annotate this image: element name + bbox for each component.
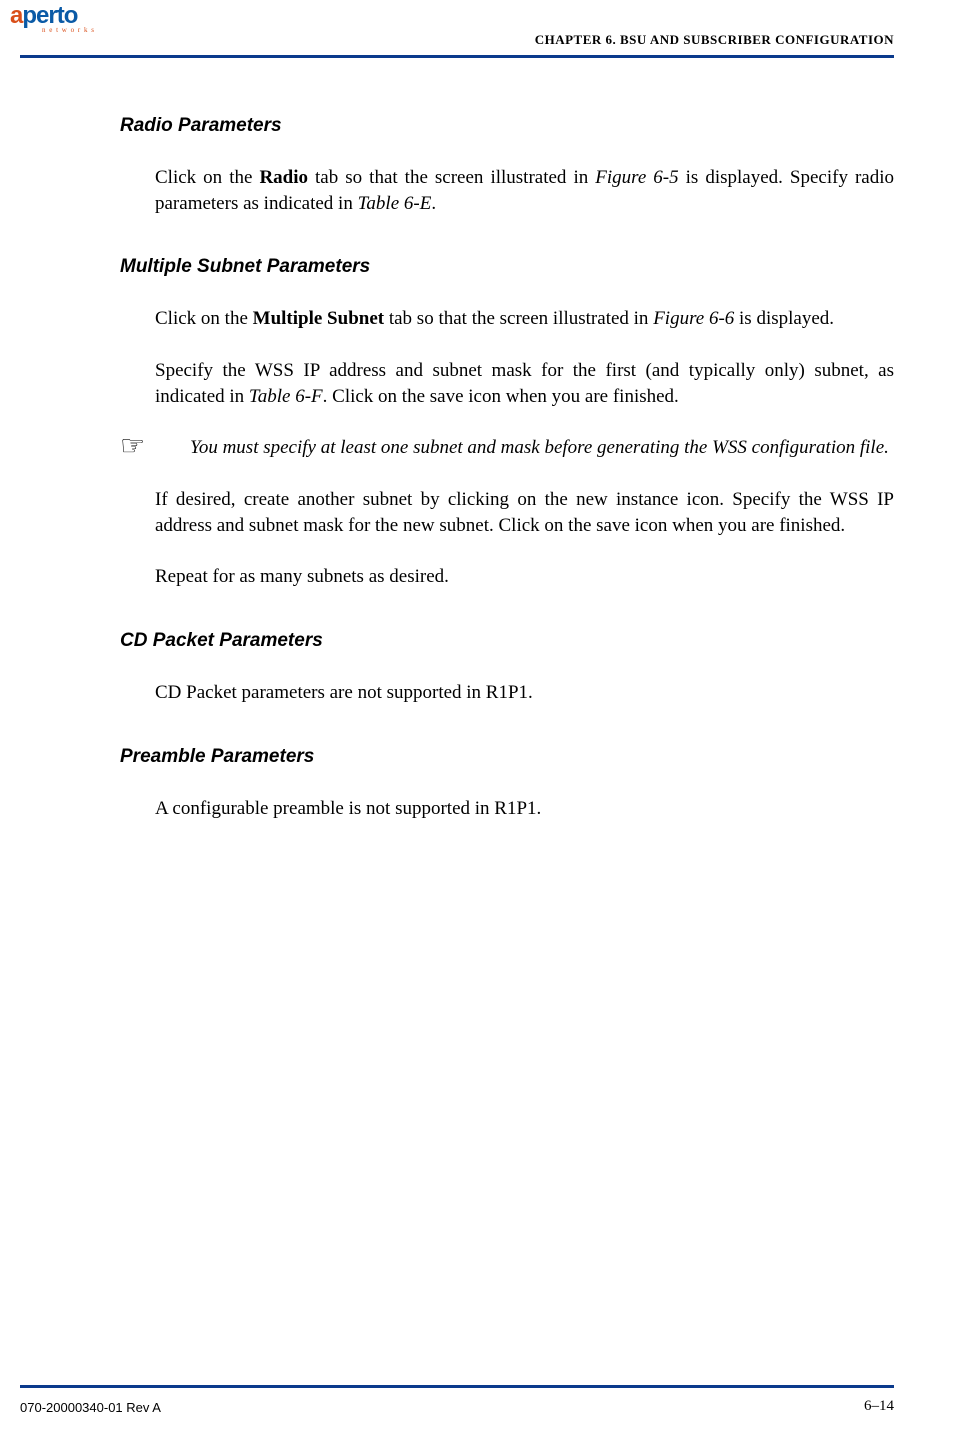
heading-cd-packet: CD Packet Parameters xyxy=(120,630,894,652)
multi-para-3: If desired, create another subnet by cli… xyxy=(155,487,894,538)
section-preamble: Preamble Parameters A configurable pream… xyxy=(120,746,894,822)
multi-para-2: Specify the WSS IP address and subnet ma… xyxy=(155,358,894,409)
footer-page-number: 6–14 xyxy=(864,1398,894,1415)
note-text: You must specify at least one subnet and… xyxy=(190,435,889,461)
logo-accent: a xyxy=(10,2,22,29)
heading-radio: Radio Parameters xyxy=(120,115,894,137)
page-header: aperto n e t w o r k s CHAPTER 6. BSU AN… xyxy=(0,0,954,60)
logo-subtitle: n e t w o r k s xyxy=(42,26,95,34)
section-radio: Radio Parameters Click on the Radio tab … xyxy=(120,115,894,216)
heading-multi-subnet: Multiple Subnet Parameters xyxy=(120,256,894,278)
page-content: Radio Parameters Click on the Radio tab … xyxy=(120,60,894,861)
radio-para-1: Click on the Radio tab so that the scree… xyxy=(155,165,894,216)
footer-divider xyxy=(20,1385,894,1388)
cd-para-1: CD Packet parameters are not supported i… xyxy=(155,680,894,706)
pointing-hand-icon: ☞ xyxy=(120,433,155,461)
preamble-para-1: A configurable preamble is not supported… xyxy=(155,796,894,822)
footer-doc-id: 070-20000340-01 Rev A xyxy=(20,1400,161,1415)
multi-para-4: Repeat for as many subnets as desired. xyxy=(155,564,894,590)
note-block: ☞ You must specify at least one subnet a… xyxy=(120,435,894,461)
section-multi-subnet: Multiple Subnet Parameters Click on the … xyxy=(120,256,894,590)
heading-preamble: Preamble Parameters xyxy=(120,746,894,768)
multi-para-1: Click on the Multiple Subnet tab so that… xyxy=(155,306,894,332)
logo-main: perto xyxy=(22,2,77,29)
section-cd-packet: CD Packet Parameters CD Packet parameter… xyxy=(120,630,894,706)
logo: aperto n e t w o r k s xyxy=(10,2,95,34)
header-divider xyxy=(20,55,894,58)
chapter-title: CHAPTER 6. BSU AND SUBSCRIBER CONFIGURAT… xyxy=(535,32,894,48)
